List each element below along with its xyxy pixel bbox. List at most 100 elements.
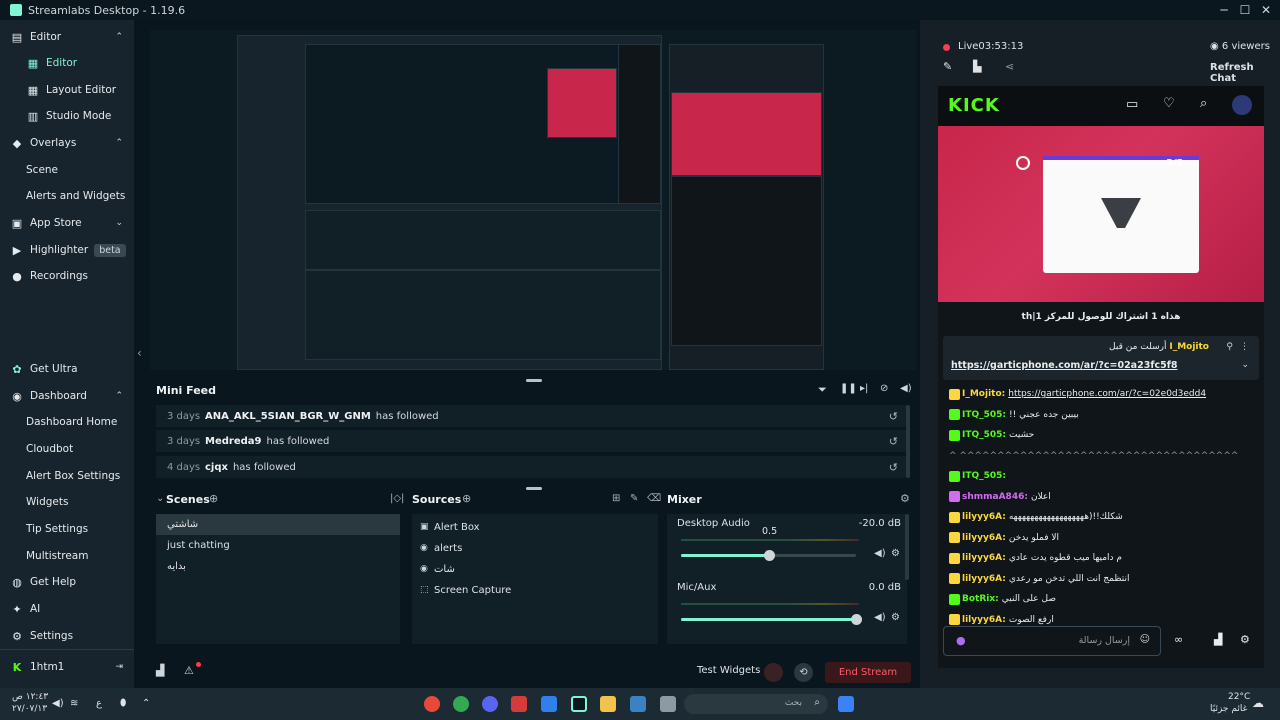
app-icon[interactable] — [511, 696, 527, 712]
gift-icon[interactable]: ▟ — [1214, 633, 1222, 646]
chat-username[interactable]: I_Mojito: — [962, 389, 1005, 399]
notifications-icon[interactable]: ⚠ — [184, 664, 194, 677]
kick-logo[interactable]: KICK — [948, 95, 1000, 116]
filter-icon[interactable]: ⏷ — [818, 383, 827, 397]
replay-icon[interactable]: ↺ — [889, 410, 898, 423]
chat-input[interactable]: ● إرسال رسالة ☺ — [943, 626, 1161, 656]
stream-player[interactable]: 3/2 — [938, 126, 1264, 302]
app-icon[interactable] — [660, 696, 676, 712]
discord-icon[interactable] — [482, 696, 498, 712]
chrome-alt-icon[interactable] — [453, 696, 469, 712]
source-item[interactable]: ▣ Alert Box — [412, 517, 658, 538]
chat-username[interactable]: lilyyy6A: — [962, 574, 1006, 584]
nav-recordings[interactable]: ● Recordings — [0, 263, 134, 289]
chevron-up-icon[interactable]: ⌃ — [115, 32, 123, 42]
chevron-up-icon[interactable]: ⌃ — [115, 391, 123, 401]
nav-app-store[interactable]: ▣ App Store ⌄ — [0, 210, 134, 236]
nav-studio-mode[interactable]: ▥ Studio Mode — [0, 103, 134, 129]
nav-dashboard[interactable]: ◉ Dashboard ⌃ — [0, 383, 134, 409]
record-button[interactable] — [764, 663, 783, 682]
nav-alerts-widgets[interactable]: Alerts and Widgets — [0, 183, 134, 209]
nav-multistream[interactable]: Multistream — [0, 543, 134, 569]
weather-icon[interactable]: ☁ — [1252, 696, 1264, 710]
add-scene-icon[interactable]: ⊕ — [209, 492, 218, 505]
maximize-button[interactable]: ☐ — [1235, 2, 1255, 18]
store-icon[interactable] — [630, 696, 646, 712]
refresh-chat-button[interactable]: Refresh Chat — [1210, 62, 1280, 84]
chat-username[interactable]: lilyyy6A: — [962, 512, 1006, 522]
nav-tip-settings[interactable]: Tip Settings — [0, 516, 134, 542]
mic-tray-icon[interactable]: ⬮ — [120, 698, 126, 709]
nav-overlays[interactable]: ◆ Overlays ⌃ — [0, 130, 134, 156]
extensions-icon[interactable]: ∞ — [1174, 633, 1183, 646]
nav-highlighter[interactable]: ▶ Highlighter beta — [0, 237, 134, 263]
close-button[interactable]: ✕ — [1256, 2, 1276, 18]
emoji-icon[interactable]: ☺ — [1140, 634, 1150, 645]
heart-icon[interactable]: ♡ — [1163, 96, 1175, 111]
language-indicator[interactable]: ع — [96, 698, 102, 709]
performance-icon[interactable]: ▟ — [156, 664, 164, 677]
nav-get-help[interactable]: ◍ Get Help — [0, 569, 134, 595]
share-icon[interactable]: ⋖ — [1005, 60, 1014, 73]
replay-icon[interactable]: ↺ — [889, 435, 898, 448]
volume-icon[interactable]: ◀) — [900, 383, 912, 394]
nav-settings[interactable]: ⚙ Settings — [0, 623, 134, 649]
file-explorer-icon[interactable] — [600, 696, 616, 712]
search-icon[interactable]: ⌕ — [1200, 96, 1207, 111]
chat-username[interactable]: lilyyy6A: — [962, 533, 1006, 543]
chevron-down-icon[interactable]: ⌄ — [1241, 360, 1249, 370]
nav-alert-box-settings[interactable]: Alert Box Settings — [0, 463, 134, 489]
scene-item[interactable]: شاشتي — [156, 514, 400, 535]
collapse-icon[interactable]: ⌄ — [156, 493, 164, 504]
chevron-up-icon[interactable]: ⌃ — [115, 138, 123, 148]
source-item[interactable]: ◉ شات — [412, 559, 658, 580]
pin-icon[interactable]: ⚲ — [1226, 342, 1233, 352]
chat-username[interactable]: ITQ_505: — [962, 430, 1006, 440]
chat-username[interactable]: ITQ_505: — [962, 471, 1006, 481]
browse-icon[interactable]: ▭ — [1126, 97, 1138, 112]
streamlabs-taskbar-icon[interactable] — [571, 696, 587, 712]
nav-editor[interactable]: ▤ Editor ⌃ — [0, 24, 134, 50]
collapse-left-icon[interactable]: ‹ — [137, 346, 142, 360]
edit-stream-icon[interactable]: ✎ — [943, 60, 952, 73]
wifi-icon[interactable]: ≋ — [70, 698, 78, 709]
logout-icon[interactable]: ⇥ — [115, 662, 123, 672]
mixer-settings-icon[interactable]: ⚙ — [900, 492, 910, 505]
scrollbar[interactable] — [906, 405, 910, 478]
stream-preview[interactable] — [150, 30, 917, 370]
more-icon[interactable]: ⋮ — [1240, 342, 1249, 352]
nav-editor-sub[interactable]: ▦ Editor — [0, 50, 134, 76]
nav-dashboard-home[interactable]: Dashboard Home — [0, 409, 134, 435]
chat-username[interactable]: lilyyy6A: — [962, 615, 1006, 625]
nav-user[interactable]: K 1htm1 ⇥ — [0, 654, 134, 680]
nav-get-ultra[interactable]: ✿ Get Ultra — [0, 356, 134, 382]
chat-username[interactable]: shmmaA846: — [962, 492, 1028, 502]
source-item[interactable]: ⬚ Screen Capture — [412, 580, 658, 601]
scene-item[interactable]: بدايه — [156, 556, 400, 577]
pause-icon[interactable]: ❚❚ — [840, 383, 857, 394]
chat-settings-icon[interactable]: ⚙ — [1240, 633, 1250, 646]
scrollbar[interactable] — [905, 514, 909, 580]
nav-ai[interactable]: ✦ AI — [0, 596, 134, 622]
minimize-button[interactable]: ─ — [1214, 2, 1234, 18]
chat-username[interactable]: lilyyy6A: — [962, 553, 1006, 563]
channel-settings-icon[interactable]: ⚙ — [891, 548, 900, 559]
slider-knob[interactable] — [851, 614, 862, 625]
scene-transitions-icon[interactable]: |◇| — [390, 493, 404, 504]
end-stream-button[interactable]: End Stream — [825, 662, 911, 683]
chevron-down-icon[interactable]: ⌄ — [115, 218, 123, 228]
slider-knob[interactable] — [764, 550, 775, 561]
channel-settings-icon[interactable]: ⚙ — [891, 612, 900, 623]
source-item[interactable]: ◉ alerts — [412, 538, 658, 559]
source-edit-icon[interactable]: ✎ — [630, 493, 638, 504]
mute-alerts-icon[interactable]: ⊘ — [880, 383, 888, 394]
skip-icon[interactable]: ▸| — [860, 383, 868, 394]
scene-item[interactable]: just chatting — [156, 535, 400, 556]
windows-start-icon[interactable] — [838, 696, 854, 712]
nav-layout-editor[interactable]: ▦ Layout Editor — [0, 77, 134, 103]
mute-icon[interactable]: ◀) — [874, 548, 886, 559]
source-folder-icon[interactable]: ⊞ — [612, 493, 620, 504]
nav-scene[interactable]: Scene — [0, 157, 134, 183]
mute-icon[interactable]: ◀) — [874, 612, 886, 623]
chat-username[interactable]: BotRix: — [962, 594, 999, 604]
